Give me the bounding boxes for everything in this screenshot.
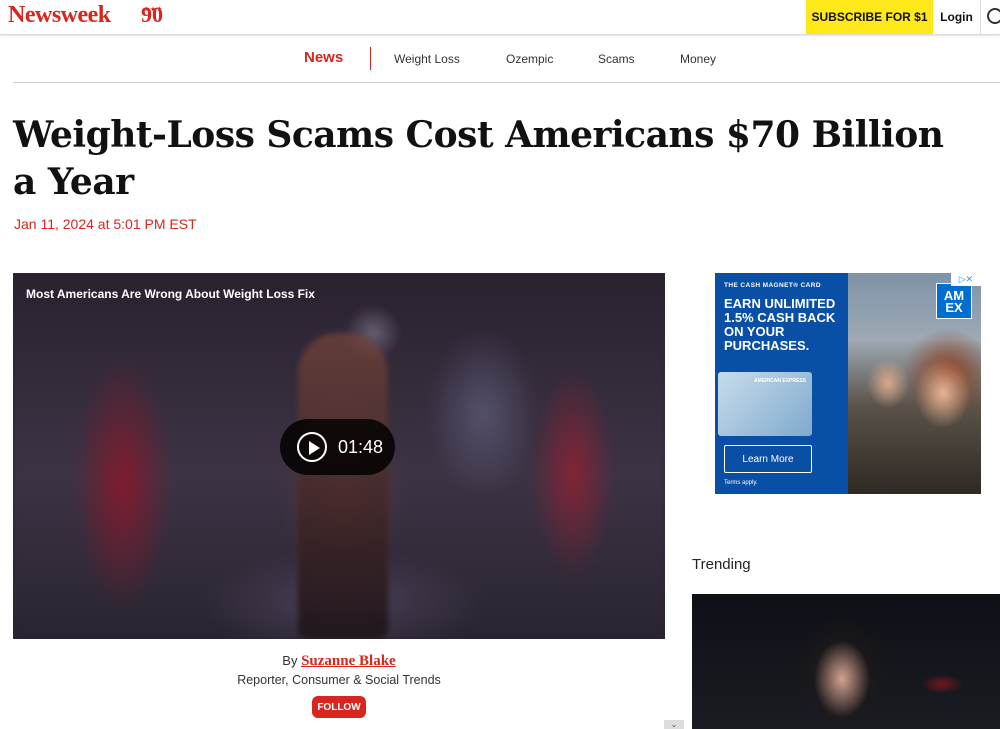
article-date: Jan 11, 2024 at 5:01 PM EST xyxy=(14,216,197,232)
section-nav: News Weight Loss Ozempic Scams Money xyxy=(13,35,1000,83)
newsweek-logo[interactable]: Newsweek xyxy=(8,2,111,29)
video-duration: 01:48 xyxy=(338,436,384,457)
adchoices-icon[interactable]: ▷✕ xyxy=(951,273,981,286)
login-button[interactable]: Login xyxy=(933,0,981,34)
nav-item-scams[interactable]: Scams xyxy=(598,52,635,66)
byline-prefix: By xyxy=(282,653,298,668)
advertisement[interactable]: THE CASH MAGNET® CARD EARN UNLIMITED 1.5… xyxy=(715,273,981,494)
nav-divider xyxy=(370,47,371,70)
follow-button[interactable]: FOLLOW xyxy=(312,696,366,718)
amex-logo: AM EX xyxy=(936,283,972,319)
ad-card-label: THE CASH MAGNET® CARD xyxy=(724,282,821,289)
play-button[interactable]: 01:48 xyxy=(280,419,395,475)
top-bar: Newsweek ★★★ 90 SUBSCRIBE FOR $1 Login xyxy=(0,0,1000,35)
video-figure xyxy=(298,333,388,639)
amex-card-text: AMERICAN EXPRESS xyxy=(754,378,806,384)
nav-item-weight-loss[interactable]: Weight Loss xyxy=(394,52,460,66)
ad-terms: Terms apply. xyxy=(724,480,758,486)
author-role: Reporter, Consumer & Social Trends xyxy=(237,673,441,687)
search-icon[interactable] xyxy=(987,8,1000,24)
chevron-down-icon[interactable]: ⌄ xyxy=(664,720,684,729)
ad-headline: EARN UNLIMITED 1.5% CASH BACK ON YOUR PU… xyxy=(724,296,836,353)
play-icon xyxy=(297,432,327,462)
learn-more-button[interactable]: Learn More xyxy=(724,445,812,473)
nav-item-money[interactable]: Money xyxy=(680,52,716,66)
subscribe-button[interactable]: SUBSCRIBE FOR $1 xyxy=(806,0,933,34)
trending-heading: Trending xyxy=(692,556,751,573)
video-player[interactable]: Most Americans Are Wrong About Weight Lo… xyxy=(13,273,665,639)
article-title: Weight-Loss Scams Cost Americans $70 Bil… xyxy=(13,114,944,203)
author-link[interactable]: Suzanne Blake xyxy=(301,653,396,669)
byline: By Suzanne Blake xyxy=(13,653,665,670)
trending-image[interactable] xyxy=(692,594,1000,729)
nav-item-news[interactable]: News xyxy=(304,49,343,66)
amex-card-image: AMERICAN EXPRESS xyxy=(718,372,812,436)
video-title: Most Americans Are Wrong About Weight Lo… xyxy=(26,287,315,301)
nav-item-ozempic[interactable]: Ozempic xyxy=(506,52,553,66)
badge-stars: ★★★ xyxy=(144,7,164,13)
anniversary-badge: ★★★ 90 xyxy=(141,4,163,26)
